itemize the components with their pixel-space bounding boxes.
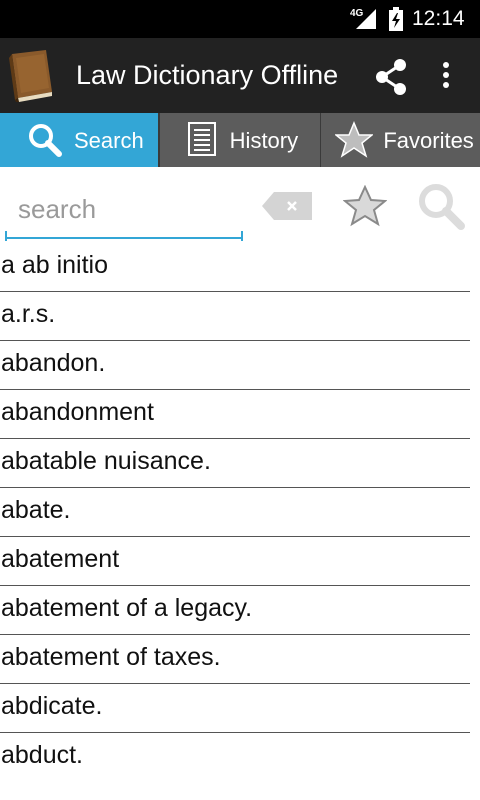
search-row — [0, 167, 480, 247]
clear-input-icon[interactable] — [262, 192, 312, 220]
overflow-menu-icon[interactable] — [434, 60, 458, 92]
list-item-text: abdicate. — [1, 692, 103, 720]
list-icon — [187, 122, 216, 156]
list-item[interactable]: abatement of taxes. — [0, 635, 480, 684]
action-bar: Law Dictionary Offline — [0, 38, 480, 113]
list-item-text: abatement of a legacy. — [1, 594, 253, 622]
search-input[interactable] — [5, 181, 243, 239]
search-input-edge — [241, 231, 243, 241]
search-input-edge — [5, 231, 7, 241]
search-go-icon[interactable] — [416, 181, 466, 231]
list-item[interactable]: abduct. — [0, 733, 480, 782]
list-item[interactable]: abate. — [0, 488, 480, 537]
list-item-text: abandonment — [1, 398, 154, 426]
add-favorite-star-icon[interactable] — [343, 185, 387, 227]
list-item[interactable]: a ab initio — [0, 243, 480, 292]
list-item-text: abatement — [1, 545, 120, 573]
app-title: Law Dictionary Offline — [76, 60, 339, 90]
tab-favorites[interactable]: Favorites — [321, 113, 480, 167]
list-item-text: a.r.s. — [1, 300, 56, 328]
battery-icon — [389, 7, 403, 31]
list-item-text: a ab initio — [1, 251, 109, 279]
tab-favorites-label: Favorites — [383, 128, 474, 153]
list-item-text: abate. — [1, 496, 71, 524]
share-icon[interactable] — [372, 57, 412, 97]
list-item[interactable]: abatement of a legacy. — [0, 586, 480, 635]
tab-bar: Search History Favorites — [0, 113, 480, 167]
tab-search[interactable]: Search — [0, 113, 158, 167]
star-icon — [335, 121, 374, 158]
clock: 12:14 — [412, 7, 465, 30]
tab-history[interactable]: History — [159, 113, 321, 167]
tab-history-label: History — [229, 128, 299, 153]
tab-search-label: Search — [74, 128, 144, 153]
list-item[interactable]: abatement — [0, 537, 480, 586]
list-item-text: abandon. — [1, 349, 106, 377]
signal-icon — [356, 9, 376, 29]
word-list: a ab initio a.r.s. abandon. abandonment … — [0, 243, 480, 782]
book-icon — [9, 50, 52, 102]
list-item[interactable]: abatable nuisance. — [0, 439, 480, 488]
magnifier-icon — [29, 124, 62, 157]
list-item-text: abduct. — [1, 741, 84, 769]
list-item-text: abatable nuisance. — [1, 447, 211, 475]
list-item[interactable]: a.r.s. — [0, 292, 480, 341]
list-item[interactable]: abandon. — [0, 341, 480, 390]
list-item[interactable]: abandonment — [0, 390, 480, 439]
status-bar: 4G 12:14 — [0, 0, 480, 38]
list-item-text: abatement of taxes. — [1, 643, 221, 671]
list-item[interactable]: abdicate. — [0, 684, 480, 733]
